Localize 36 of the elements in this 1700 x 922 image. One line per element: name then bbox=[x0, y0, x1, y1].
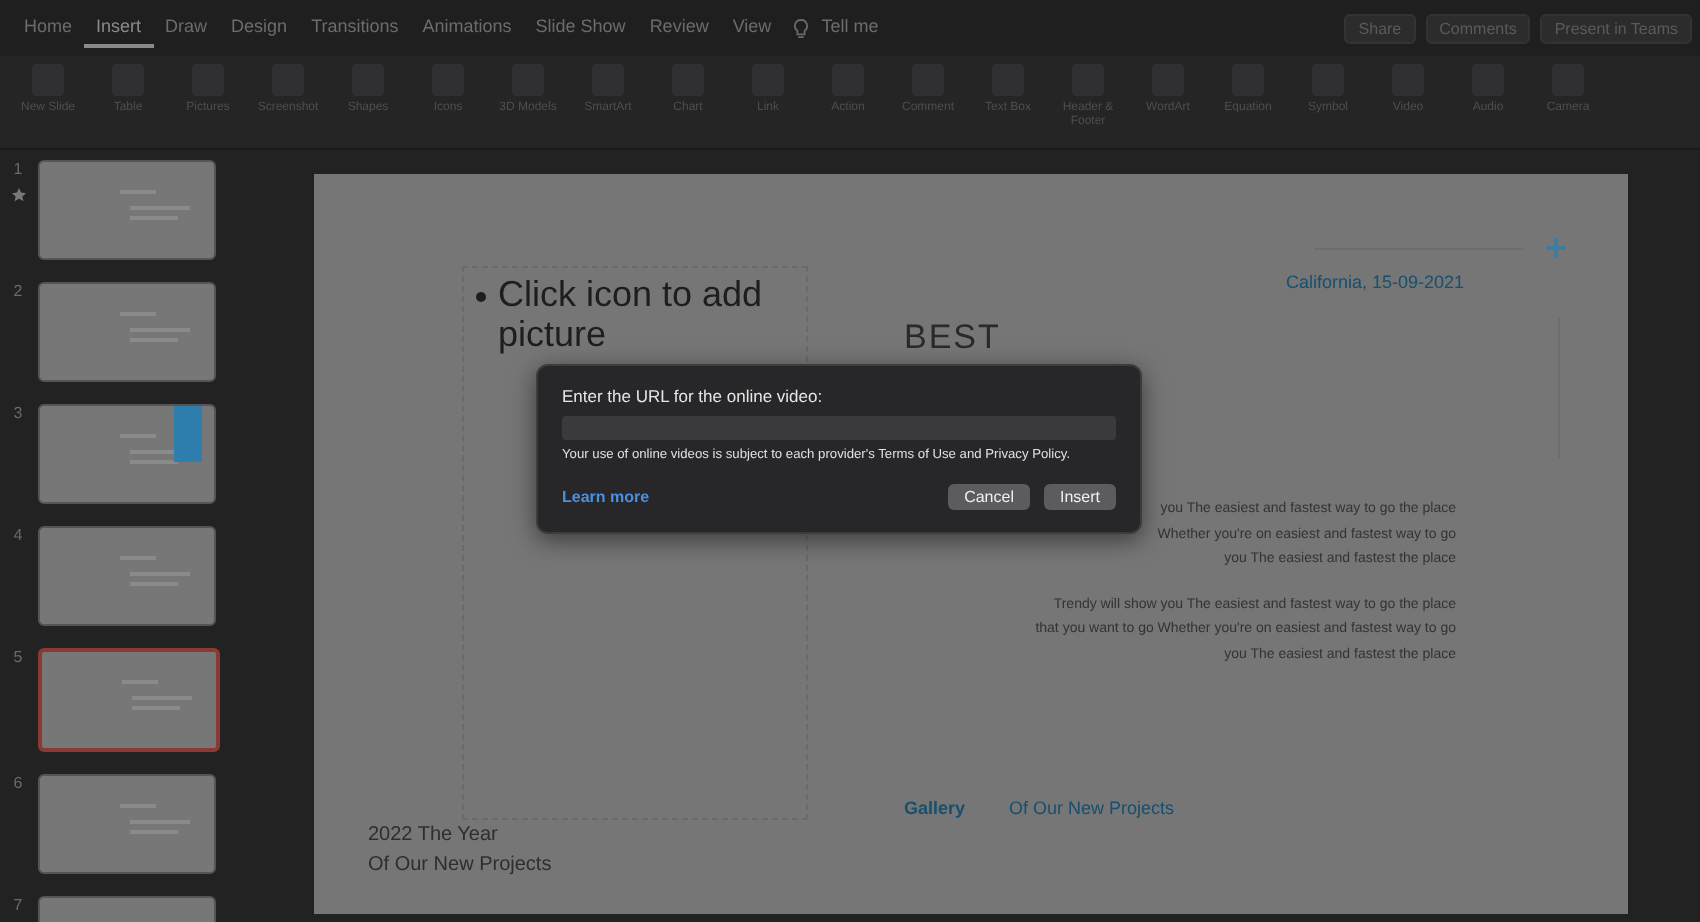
ribbon-tab[interactable]: Transitions bbox=[299, 8, 411, 48]
ribbon-tab[interactable]: Home bbox=[12, 8, 85, 48]
slide-thumbnail[interactable] bbox=[38, 774, 216, 874]
slide-thumbnail[interactable] bbox=[38, 160, 216, 260]
year-heading: 2022 The Year bbox=[368, 822, 500, 850]
slide-date: California, 15-09-2021 bbox=[1286, 272, 1465, 292]
slide-thumbnail[interactable] bbox=[38, 404, 216, 504]
dialog-button[interactable]: Insert bbox=[1043, 484, 1116, 510]
ribbon-tab[interactable]: View bbox=[720, 8, 784, 48]
learn-more-link[interactable]: Learn more bbox=[562, 488, 650, 506]
bullet-icon bbox=[476, 292, 486, 302]
ribbon-tab[interactable]: Insert bbox=[84, 8, 154, 48]
ribbon-tab[interactable]: Draw bbox=[153, 8, 220, 48]
slide-thumbnail[interactable] bbox=[38, 282, 216, 382]
ribbon-tab[interactable]: Animations bbox=[410, 8, 524, 48]
slide-number: 1 bbox=[13, 160, 23, 178]
dialog-button[interactable]: Cancel bbox=[948, 484, 1030, 510]
tell-me-field[interactable]: Tell me bbox=[809, 8, 891, 48]
slide-number: 7 bbox=[13, 896, 23, 914]
ribbon-tab[interactable]: Review bbox=[637, 8, 721, 48]
plus-icon bbox=[1546, 238, 1566, 258]
slide-thumbnail[interactable] bbox=[38, 648, 220, 752]
slide-title: BEST bbox=[904, 318, 1001, 358]
slide-number: 5 bbox=[13, 648, 23, 666]
slide-number: 6 bbox=[13, 774, 23, 792]
slide-number: 3 bbox=[13, 404, 23, 422]
placeholder-text: Click icon to add picture bbox=[498, 276, 765, 356]
slide-number: 2 bbox=[13, 282, 23, 300]
slide-number: 4 bbox=[13, 526, 23, 544]
slide-thumbnail[interactable] bbox=[38, 526, 216, 626]
ribbon-tab[interactable]: Design bbox=[219, 8, 300, 48]
gallery-heading: Gallery bbox=[904, 798, 966, 818]
year-subheading: Of Our New Projects bbox=[368, 852, 552, 880]
gallery-subheading: Of Our New Projects bbox=[1009, 798, 1175, 818]
lightbulb-icon bbox=[791, 17, 810, 39]
ribbon-tab[interactable]: Slide Show bbox=[523, 8, 638, 48]
